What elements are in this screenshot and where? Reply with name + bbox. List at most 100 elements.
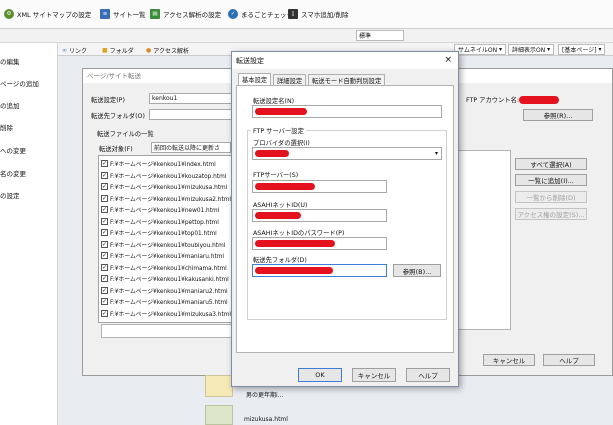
toolbar-smartphone-button[interactable]: ▯ スマホ追加/削除 [288, 4, 349, 24]
close-icon[interactable]: × [444, 55, 452, 65]
list-item[interactable]: ✓ F:¥ホームページ¥kenkou1¥kouzatop.html [101, 171, 226, 180]
bulk-remove-button[interactable]: 一覧から削除(D) [515, 191, 587, 203]
gear-icon: ⚙ [4, 9, 14, 19]
detail-label: 詳細表示ON [512, 47, 546, 54]
checkbox[interactable]: ✓ [101, 183, 108, 190]
list-item[interactable]: ✓ F:¥ホームページ¥kenkou1¥toubiyou.html [101, 240, 225, 249]
bg-cancel-button[interactable]: キャンセル [483, 354, 535, 366]
transfer-folder-field[interactable] [149, 109, 239, 120]
ok-button[interactable]: OK [298, 368, 342, 382]
transfer-name-label: 転送設定名(N) [253, 98, 295, 105]
checkbox[interactable]: ✓ [101, 240, 108, 248]
tab-basic-settings[interactable]: 基本設定 [238, 73, 272, 85]
folder-label: 転送先フォルダ(D) [253, 257, 307, 264]
check-icon: ✓ [228, 9, 238, 19]
tab-label: 基本設定 [242, 77, 268, 84]
transfer-name-field[interactable] [252, 105, 442, 118]
mode-select-value: 標準 [359, 33, 372, 40]
folder-field[interactable] [252, 264, 387, 277]
checkbox[interactable]: ✓ [101, 217, 108, 225]
bg-help-label: ヘルプ [559, 357, 579, 365]
ref-button[interactable]: 参照(R)... [523, 109, 593, 121]
folder-ref-button[interactable]: 参照(B)... [393, 264, 441, 277]
redaction-mark [255, 240, 335, 247]
list-item[interactable]: ✓ F:¥ホームページ¥kenkou1¥mizukusa2.html [101, 194, 231, 203]
list-item[interactable]: ✓ F:¥ホームページ¥kenkou1¥maniaru.html [101, 251, 224, 260]
thumbnail-toggle[interactable]: サムネイルON ▾ [454, 44, 507, 55]
preview-caption: mizukusa.html [244, 416, 288, 423]
bulk-add-label: 一覧に追加(I)... [528, 177, 574, 185]
main-toolbar: ⚙ XML サイトマップの設定 ≡ サイト一覧 ▤ アクセス解析の設定 ✓ まる… [0, 0, 613, 29]
checkbox[interactable]: ✓ [101, 160, 108, 167]
checkbox[interactable]: ✓ [101, 309, 108, 317]
tab-auto-mode-settings[interactable]: 転送モード自動判別設定 [308, 74, 386, 85]
toolbar-site-list-button[interactable]: ≡ サイト一覧 [100, 4, 146, 24]
list-item[interactable]: ✓ F:¥ホームページ¥kenkou1¥mizukusa3.html [101, 309, 231, 318]
toolbar-label: サイト一覧 [113, 11, 146, 19]
toolbar-xml-sitemap-button[interactable]: ⚙ XML サイトマップの設定 [4, 4, 91, 24]
thumbnail-image [205, 375, 233, 397]
select-all-button[interactable]: すべて選択(A) [515, 158, 587, 170]
cancel-button[interactable]: キャンセル [352, 368, 396, 382]
checkbox[interactable]: ✓ [101, 263, 108, 271]
list-item[interactable]: ✓ F:¥ホームページ¥kenkou1¥index.html [101, 159, 216, 168]
basic-page-select[interactable]: [基本ページ] ▾ [558, 44, 606, 55]
list-item[interactable]: ✓ F:¥ホームページ¥kenkou1¥chimama.html [101, 263, 227, 272]
list-item[interactable]: ✓ F:¥ホームページ¥kenkou1¥maniaru5.html [101, 297, 228, 306]
list-item[interactable]: ✓ F:¥ホームページ¥kenkou1¥maniaru2.html [101, 286, 228, 295]
transfer-target-select[interactable]: 前回の転送以降に更新さ [151, 142, 231, 153]
checkbox[interactable]: ✓ [101, 286, 108, 294]
account-field[interactable] [252, 209, 387, 222]
sidebar-item-add-page[interactable]: ページの追加 [0, 78, 39, 88]
toolbar-full-check-button[interactable]: ✓ まるごとチェック [228, 4, 293, 24]
help-button[interactable]: ヘルプ [406, 368, 450, 382]
list-item[interactable]: ✓ F:¥ホームページ¥kenkou1¥mizukusa.html [101, 182, 227, 191]
bg-help-button[interactable]: ヘルプ [543, 354, 595, 366]
sidebar-item-add[interactable]: の追加 [0, 100, 20, 110]
link-icon: ∞ [62, 46, 67, 54]
checkbox[interactable]: ✓ [101, 229, 108, 236]
file-path: F:¥ホームページ¥kenkou1¥index.html [110, 162, 216, 168]
checkbox[interactable]: ✓ [101, 206, 108, 213]
tab-folder[interactable]: ■ フォルダ [102, 45, 134, 55]
sidebar-item-settings[interactable]: の設定 [0, 190, 20, 200]
tab-link[interactable]: ∞ リンク [62, 45, 87, 55]
file-path: F:¥ホームページ¥kenkou1¥kakusanki.html [110, 277, 229, 283]
transfer-setting-select[interactable]: kenkou1 [149, 93, 239, 104]
ftp-server-field[interactable] [252, 180, 387, 193]
tab-detail-settings[interactable]: 詳細設定 [273, 74, 307, 85]
provider-select[interactable]: ▾ [252, 147, 442, 160]
format-toolbar: 標準 [0, 29, 613, 43]
sidebar-item-rename[interactable]: 名の変更 [0, 168, 26, 178]
password-field[interactable] [252, 237, 387, 250]
basic-settings-panel: 転送設定名(N) FTP サーバー設定 プロバイダの選択(I) ▾ FTPサーバ… [236, 85, 454, 353]
list-item[interactable]: ✓ F:¥ホームページ¥kenkou1¥new01.html [101, 205, 219, 214]
access-settings-button[interactable]: アクセス権の設定(S)... [515, 208, 587, 220]
redaction-mark [255, 267, 333, 274]
transfer-target-label: 転送対象(F) [99, 146, 133, 153]
folder-ref-label: 参照(B)... [402, 267, 432, 276]
bulk-add-button[interactable]: 一覧に追加(I)... [515, 174, 587, 186]
checkbox[interactable]: ✓ [101, 171, 108, 179]
redaction-mark [255, 212, 301, 219]
list-item[interactable]: ✓ F:¥ホームページ¥kenkou1¥pettop.html [101, 217, 219, 226]
file-list[interactable]: ✓ F:¥ホームページ¥kenkou1¥index.html ✓ F:¥ホームページ¥… [98, 155, 232, 323]
sidebar-item-change[interactable]: への変更 [0, 145, 26, 155]
mode-select[interactable]: 標準 [356, 30, 404, 41]
list-item[interactable]: ✓ F:¥ホームページ¥kenkou1¥kakusanki.html [101, 274, 229, 283]
detail-toggle[interactable]: 詳細表示ON ▾ [508, 44, 555, 55]
checkbox[interactable]: ✓ [101, 194, 108, 202]
sidebar-item-edit[interactable]: の編集 [0, 56, 20, 66]
thumbnail-label: サムネイルON [458, 47, 498, 54]
analysis-icon: ● [146, 46, 152, 54]
toolbar-access-analysis-button[interactable]: ▤ アクセス解析の設定 [150, 4, 221, 24]
tab-access-analysis[interactable]: ● アクセス解析 [146, 45, 189, 55]
sidebar-item-delete[interactable]: 削除 [0, 122, 13, 132]
checkbox[interactable]: ✓ [101, 275, 108, 282]
checkbox[interactable]: ✓ [101, 252, 108, 259]
checkbox[interactable]: ✓ [101, 298, 108, 305]
account-label: ASAHIネットID(U) [253, 202, 308, 209]
file-path: F:¥ホームページ¥kenkou1¥maniaru.html [110, 254, 224, 260]
redaction-mark [519, 96, 559, 104]
list-item[interactable]: ✓ F:¥ホームページ¥kenkou1¥top01.html [101, 228, 217, 237]
